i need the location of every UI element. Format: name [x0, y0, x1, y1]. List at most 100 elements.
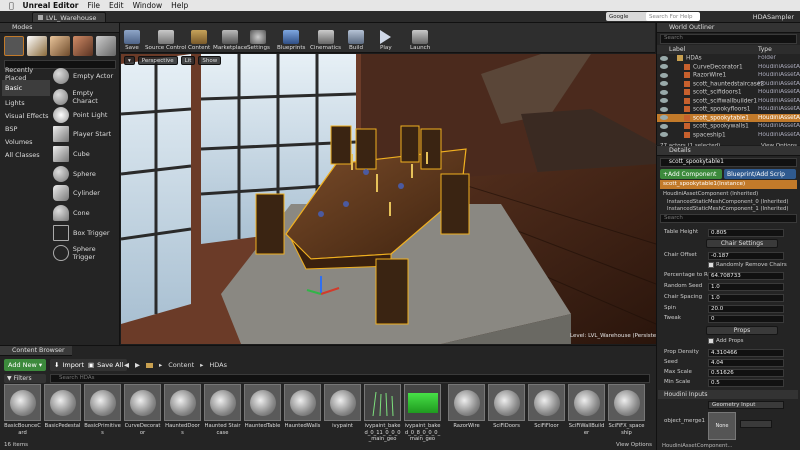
category-all-classes[interactable]: All Classes: [2, 148, 50, 161]
breadcrumb-content[interactable]: Content: [168, 361, 194, 369]
props-section[interactable]: Props: [706, 326, 778, 335]
chair-settings-section[interactable]: Chair Settings: [706, 239, 778, 248]
outliner-row-selected[interactable]: scott_spookytable1 HoudiniAssetA: [657, 113, 800, 122]
category-recently-placed[interactable]: Recently Placed: [2, 66, 50, 82]
visibility-eye-icon[interactable]: [660, 55, 668, 61]
table-height-field[interactable]: 0.805: [708, 229, 784, 237]
asset-tile[interactable]: SciFiDoors: [488, 384, 525, 440]
category-lights[interactable]: Lights: [2, 96, 50, 109]
visibility-eye-icon[interactable]: [660, 132, 668, 138]
houdini-inputs-header[interactable]: Houdini Inputs: [658, 390, 798, 399]
outliner-row[interactable]: scott_spookyfloors1 HoudiniAssetA: [657, 105, 800, 114]
asset-tile[interactable]: ivypaint_baked_0_11_0_0_0_main_geo: [364, 384, 401, 442]
forward-icon[interactable]: ▶: [135, 361, 140, 369]
menu-edit[interactable]: Edit: [109, 1, 124, 10]
visibility-eye-icon[interactable]: [660, 72, 668, 78]
tweak-field[interactable]: 0: [708, 315, 784, 323]
asset-tile[interactable]: BasicPrimitives: [84, 384, 121, 440]
content-search-input[interactable]: Search HDAs: [50, 374, 650, 383]
lit-button[interactable]: Lit: [180, 56, 196, 65]
outliner-search-input[interactable]: Search: [660, 34, 797, 44]
chair-spacing-field[interactable]: 1.0: [708, 294, 784, 302]
asset-tile[interactable]: SciFiFloor: [528, 384, 565, 440]
launch-button[interactable]: Launch: [410, 25, 430, 51]
settings-button[interactable]: Settings: [247, 25, 270, 51]
foliage-mode-icon[interactable]: [73, 36, 93, 56]
outliner-col-label[interactable]: Label: [669, 46, 685, 53]
component-row[interactable]: HoudiniAssetComponent (Inherited): [657, 190, 800, 198]
menu-window[interactable]: Window: [133, 1, 163, 10]
place-item-box-trigger[interactable]: Box Trigger: [53, 222, 119, 244]
import-button[interactable]: ⬇ Import: [50, 359, 89, 371]
geometry-input-dropdown[interactable]: Geometry Input: [708, 401, 784, 409]
outliner-row[interactable]: RazorWire1 HoudiniAssetA: [657, 71, 800, 80]
visibility-eye-icon[interactable]: [660, 98, 668, 104]
asset-tile[interactable]: CurveDecorator: [124, 384, 161, 440]
add-props-checkbox[interactable]: [708, 338, 714, 344]
outliner-row[interactable]: scott_scifiwallbuilder1 HoudiniAssetA: [657, 97, 800, 106]
menu-file[interactable]: File: [87, 1, 100, 10]
visibility-eye-icon[interactable]: [660, 89, 668, 95]
place-item-cube[interactable]: Cube: [53, 143, 119, 165]
category-basic[interactable]: Basic: [2, 80, 50, 96]
cinematics-button[interactable]: Cinematics: [310, 25, 341, 51]
app-name[interactable]: Unreal Editor: [23, 1, 79, 10]
paint-mode-icon[interactable]: [27, 36, 47, 56]
place-mode-icon[interactable]: [4, 36, 24, 56]
details-search-input[interactable]: Search: [660, 214, 797, 223]
visibility-eye-icon[interactable]: [660, 81, 668, 87]
build-button[interactable]: Build: [348, 25, 364, 51]
asset-tile[interactable]: HauntedWalls: [284, 384, 321, 440]
min-scale-field[interactable]: 0.5: [708, 379, 784, 387]
place-item-cone[interactable]: Cone: [53, 202, 119, 224]
back-icon[interactable]: ◀: [124, 361, 129, 369]
category-visual-effects[interactable]: Visual Effects: [2, 109, 50, 122]
outliner-row[interactable]: scott_hauntedstaircase2 HoudiniAssetA: [657, 80, 800, 89]
asset-tile[interactable]: ivypaint: [324, 384, 361, 440]
component-row[interactable]: InstancedStaticMeshComponent_1 (Inherite…: [657, 206, 800, 212]
object-merge-thumbnail[interactable]: None: [708, 412, 736, 440]
asset-tile[interactable]: ivypaint_baked_0_8_0_0_0_main_geo: [404, 384, 441, 442]
perspective-button[interactable]: Perspective: [137, 56, 178, 65]
place-item-sphere-trigger[interactable]: Sphere Trigger: [53, 242, 119, 264]
asset-tile[interactable]: HauntedDoors: [164, 384, 201, 440]
asset-tile[interactable]: SciFiWallBuilder: [568, 384, 605, 440]
asset-tile[interactable]: HauntedTable: [244, 384, 281, 440]
random-seed-field[interactable]: 1.0: [708, 283, 784, 291]
object-merge-dropdown[interactable]: [740, 420, 772, 428]
category-bsp[interactable]: BSP: [2, 122, 50, 135]
outliner-row[interactable]: spaceship1 HoudiniAssetA: [657, 131, 800, 140]
content-button[interactable]: Content: [188, 25, 210, 51]
percentage-field[interactable]: 64.708733: [708, 272, 784, 280]
viewport-menu-button[interactable]: ▾: [124, 56, 135, 65]
asset-tile[interactable]: BasicBounceCard: [4, 384, 41, 440]
max-scale-field[interactable]: 0.51626: [708, 369, 784, 377]
seed-field[interactable]: 4.04: [708, 359, 784, 367]
source-control-button[interactable]: Source Control: [145, 25, 186, 51]
play-button[interactable]: Play: [380, 25, 392, 51]
level-viewport[interactable]: [121, 54, 656, 344]
visibility-eye-icon[interactable]: [660, 123, 668, 129]
asset-tile[interactable]: Haunted Staircase: [204, 384, 241, 440]
randomly-remove-checkbox[interactable]: [708, 262, 714, 268]
visibility-eye-icon[interactable]: [660, 115, 668, 121]
asset-tile[interactable]: SciFiFX_spaceship: [608, 384, 645, 440]
asset-tile[interactable]: RazorWire: [448, 384, 485, 440]
component-row[interactable]: InstancedStaticMeshComponent_0 (Inherite…: [657, 198, 800, 206]
add-component-button[interactable]: +Add Component: [660, 169, 722, 179]
save-button[interactable]: Save: [124, 25, 140, 51]
add-new-button[interactable]: Add New ▾: [4, 359, 47, 371]
blueprint-add-script-button[interactable]: Blueprint/Add Scrip: [724, 169, 796, 179]
outliner-row[interactable]: CurveDecorator1 HoudiniAssetA: [657, 63, 800, 72]
apple-icon[interactable]: : [9, 1, 14, 10]
outliner-row[interactable]: HDAs Folder: [657, 54, 800, 63]
filters-button[interactable]: ▼ Filters: [4, 374, 46, 383]
actor-name-field[interactable]: scott_spookytable1: [660, 158, 797, 167]
prop-density-field[interactable]: 4.310466: [708, 349, 784, 357]
blueprints-button[interactable]: Blueprints: [277, 25, 305, 51]
place-item-player-start[interactable]: Player Start: [53, 123, 119, 145]
landscape-mode-icon[interactable]: [50, 36, 70, 56]
visibility-eye-icon[interactable]: [660, 106, 668, 112]
show-button[interactable]: Show: [198, 56, 222, 65]
asset-tile[interactable]: BasicPedestal: [44, 384, 81, 440]
